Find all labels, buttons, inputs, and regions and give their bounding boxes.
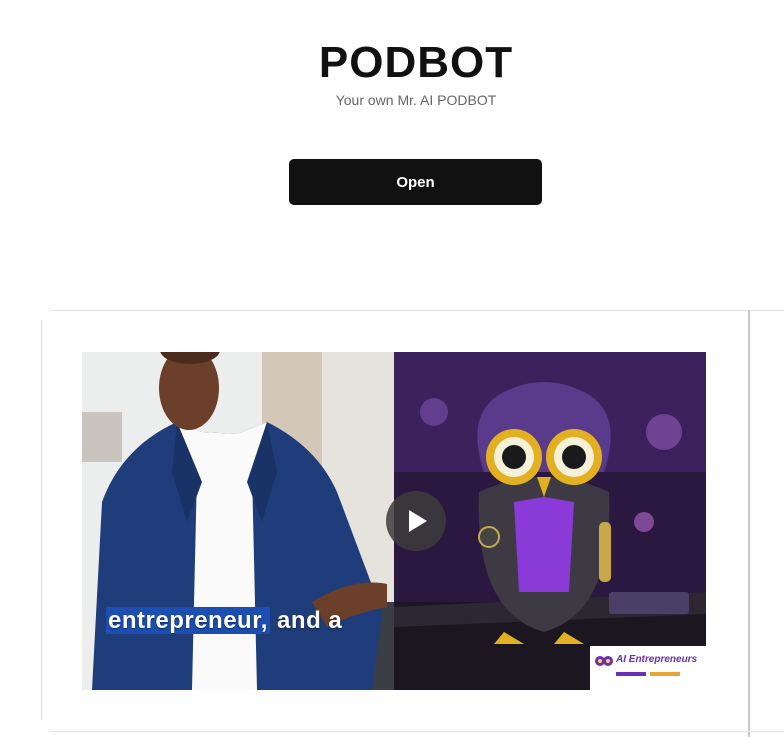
card-top-divider [50, 310, 784, 311]
page: PODBOT Your own Mr. AI PODBOT Open entre… [0, 0, 784, 737]
caption-rest: and a [269, 607, 343, 634]
video-player[interactable]: entrepreneur, and a AI Entrepreneurs [82, 352, 706, 690]
play-button[interactable] [386, 491, 446, 551]
video-caption: entrepreneur, and a [106, 607, 342, 635]
page-subtitle: Your own Mr. AI PODBOT [335, 92, 497, 108]
video-frame-presenter: entrepreneur, and a [82, 352, 394, 690]
card-right-divider [748, 310, 750, 737]
play-icon [409, 510, 427, 532]
watermark-text: AI Entrepreneurs [616, 654, 698, 665]
card-left-divider [41, 320, 42, 720]
caption-highlight: entrepreneur, [106, 607, 270, 634]
watermark-bar [616, 672, 646, 676]
owl-logo-icon [595, 656, 613, 666]
watermark-bar-accent [650, 672, 680, 676]
brand-watermark: AI Entrepreneurs [590, 646, 706, 690]
page-title: PODBOT [318, 38, 514, 87]
open-button[interactable]: Open [289, 159, 542, 205]
card-bottom-divider [50, 731, 784, 732]
presenter-image [82, 352, 394, 690]
